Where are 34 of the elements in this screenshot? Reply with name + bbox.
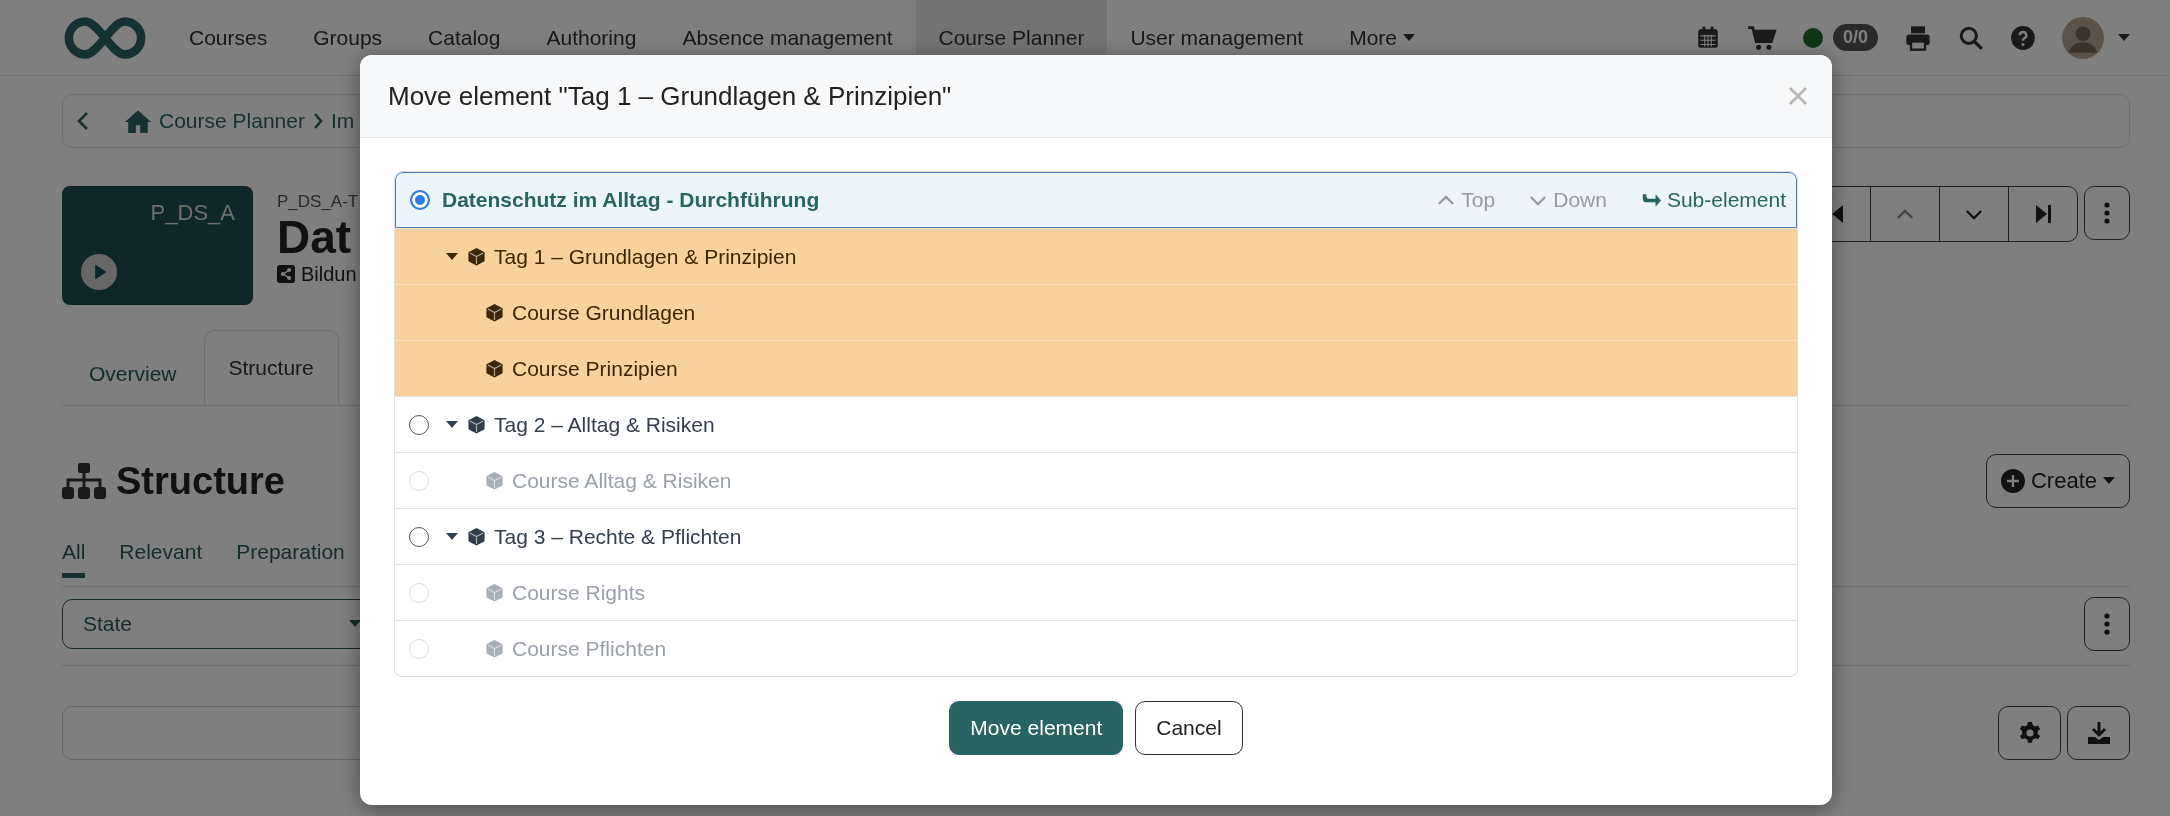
- nav-item[interactable]: Courses: [166, 0, 291, 75]
- tree-item-label: Tag 1 – Grundlagen & Prinzipien: [494, 244, 797, 269]
- course-title: Dat: [277, 212, 353, 263]
- tree-row[interactable]: Tag 1 – Grundlagen & Prinzipien: [395, 228, 1797, 284]
- tree-item-label: Course Rights: [512, 580, 646, 605]
- move-action-link[interactable]: Sub-element: [1640, 188, 1786, 212]
- create-button[interactable]: Create: [1985, 454, 2130, 508]
- nav-item[interactable]: More: [1326, 0, 1439, 75]
- course-subtitle: Bildun: [301, 262, 357, 286]
- tree-row[interactable]: Tag 2 – Alltag & Risiken: [395, 396, 1797, 452]
- tree-item-label: Course Alltag & Risiken: [512, 468, 732, 493]
- tree-row[interactable]: Tag 3 – Rechte & Pflichten: [395, 508, 1797, 564]
- filter-tab[interactable]: Preparation: [236, 534, 345, 578]
- tree-item-label: Course Grundlagen: [512, 300, 696, 325]
- counter-badge: 0/0: [1832, 24, 1878, 51]
- section-heading: Structure: [116, 459, 285, 503]
- breadcrumb-link[interactable]: Im: [330, 109, 355, 133]
- tree-item-label: Datenschutz im Alltag - Durchführung: [442, 188, 820, 212]
- course-code: P_DS_A-T: [277, 192, 359, 212]
- dialog-title: Move element "Tag 1 – Grundlagen & Prinzipien": [388, 80, 952, 112]
- move-element-button[interactable]: Move element: [949, 701, 1124, 755]
- tree-item-label: Course Pflichten: [512, 636, 667, 661]
- cancel-button[interactable]: Cancel: [1135, 701, 1243, 755]
- thumbnail-label: P_DS_A: [150, 200, 235, 226]
- filter-tab[interactable]: All: [62, 534, 86, 578]
- tab[interactable]: Structure: [203, 330, 339, 405]
- tree-item-label: Tag 3 – Rechte & Pflichten: [494, 524, 742, 549]
- tree-row[interactable]: Course Prinzipien: [395, 340, 1797, 396]
- filter-tab[interactable]: Relevant: [119, 534, 203, 578]
- tab[interactable]: Overview: [62, 342, 204, 405]
- tree-row[interactable]: Course Grundlagen: [395, 284, 1797, 340]
- tree-item-label: Tag 2 – Alltag & Risiken: [494, 412, 715, 437]
- tree-item-label: Course Prinzipien: [512, 356, 678, 381]
- breadcrumb-link[interactable]: Course Planner: [159, 109, 305, 133]
